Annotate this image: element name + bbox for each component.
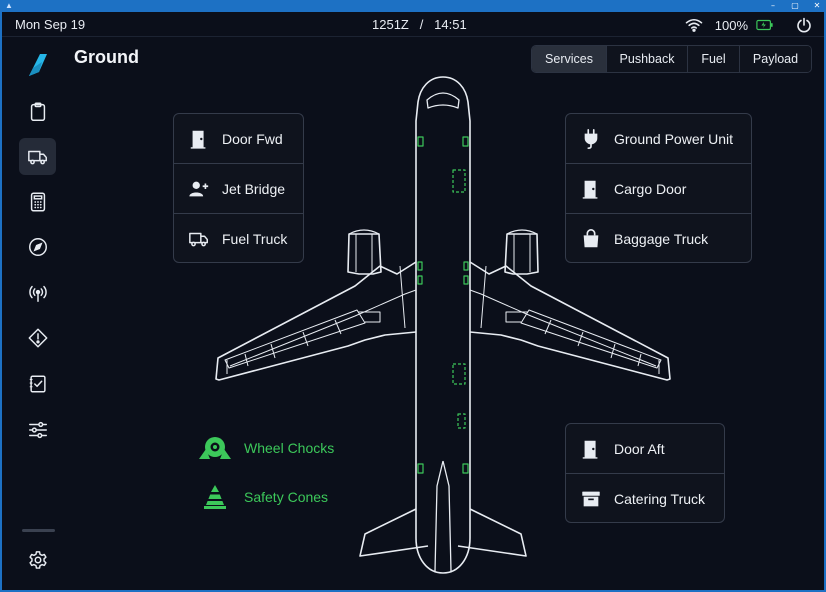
battery-charging-icon [756,19,773,31]
service-cargo-door[interactable]: Cargo Door [566,164,751,214]
status-date: Mon Sep 19 [15,17,86,32]
service-label: Wheel Chocks [244,440,335,456]
calculator-icon [30,192,45,211]
service-jet-bridge[interactable]: Jet Bridge [174,164,303,214]
tab-payload[interactable]: Payload [740,46,811,72]
nav-checklist[interactable] [19,365,56,402]
minimize-button[interactable]: – [768,0,778,12]
services-card-aft: Door Aft Catering Truck [565,423,725,523]
service-label: Door Aft [614,440,665,457]
app-icon: ▲ [5,1,13,10]
maximize-button[interactable]: ▢ [790,0,800,12]
window-controls: – ▢ ✕ [768,0,822,12]
service-door-aft[interactable]: Door Aft [566,424,724,474]
box-icon [579,487,603,511]
wifi-icon [685,19,702,32]
truck-icon [27,150,47,164]
warning-icon [28,328,47,347]
service-baggage-truck[interactable]: Baggage Truck [566,214,751,264]
service-safety-cones[interactable]: Safety Cones [198,484,328,510]
status-right: 100% [685,15,812,35]
wheel-chocks-icon [199,437,231,459]
battery-percent: 100% [714,17,748,33]
sidebar-divider [22,529,55,532]
service-door-fwd[interactable]: Door Fwd [174,114,303,164]
service-fuel-truck[interactable]: Fuel Truck [174,214,303,264]
service-label: Door Fwd [222,130,283,147]
door-icon [579,177,603,201]
page-title: Ground [74,47,139,67]
status-bar: Mon Sep 19 1251Z / 14:51 100% [2,12,824,37]
service-label: Fuel Truck [222,231,288,247]
service-label: Ground Power Unit [614,130,734,147]
tab-services[interactable]: Services [532,46,607,72]
service-label: Safety Cones [244,489,329,505]
nav-checklists[interactable] [19,93,56,130]
services-card-right: Ground Power Unit Cargo Door Baggage Tru… [565,113,752,263]
compass-icon [28,237,47,256]
service-label: Jet Bridge [222,180,286,197]
gear-icon [28,550,47,569]
antenna-icon [28,285,47,302]
nav-settings-sliders[interactable] [19,411,56,448]
app-logo [29,54,47,76]
status-time: 1251Z / 14:51 [372,17,467,32]
power-icon[interactable] [796,17,812,33]
nav-atc[interactable] [19,274,56,311]
clipboard-icon [30,102,45,121]
checklist-icon [29,374,46,393]
nav-settings[interactable] [19,541,56,578]
nav-ground[interactable] [19,138,56,175]
truck-icon [187,227,211,251]
cone-icon [204,485,226,509]
service-tabs: Services Pushback Fuel Payload [531,45,812,73]
sliders-icon [28,421,47,438]
service-label: Cargo Door [614,180,687,197]
service-catering-truck[interactable]: Catering Truck [566,474,724,524]
close-button[interactable]: ✕ [812,0,822,12]
services-card-forward: Door Fwd Jet Bridge Fuel Truck [173,113,304,263]
bag-icon [579,227,603,251]
window-titlebar: ▲ – ▢ ✕ [0,0,826,12]
nav-navigation[interactable] [19,228,56,265]
door-icon [187,127,211,151]
service-ground-power-unit[interactable]: Ground Power Unit [566,114,751,164]
door-icon [579,437,603,461]
nav-performance[interactable] [19,183,56,220]
nav-failures[interactable] [19,319,56,356]
tab-pushback[interactable]: Pushback [607,46,688,72]
tab-fuel[interactable]: Fuel [688,46,740,72]
service-label: Catering Truck [614,491,706,507]
service-wheel-chocks[interactable]: Wheel Chocks [198,435,334,461]
plug-icon [579,127,603,151]
service-label: Baggage Truck [614,231,709,247]
sidebar [2,38,74,590]
person-add-icon [187,177,211,201]
